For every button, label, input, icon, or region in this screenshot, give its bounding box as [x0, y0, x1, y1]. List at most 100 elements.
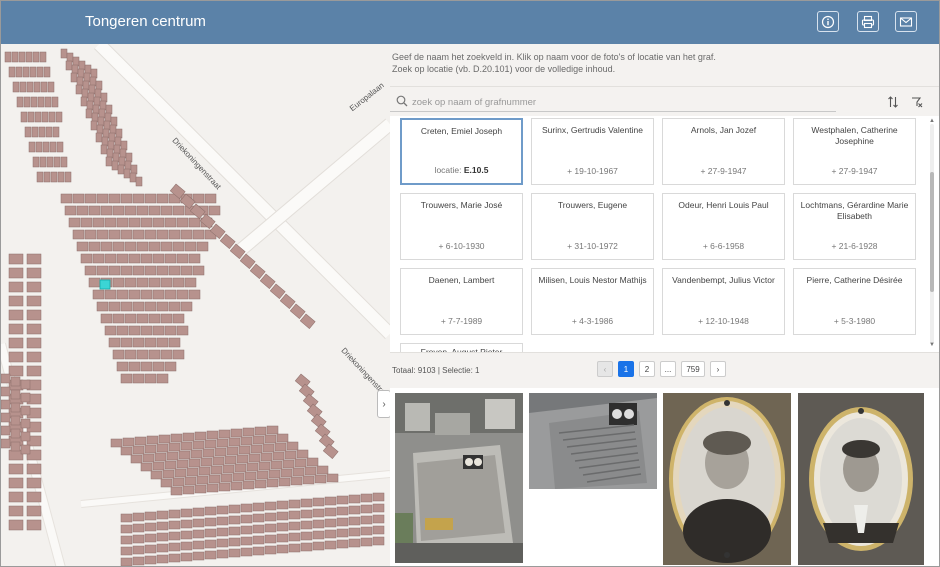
- grave-plot[interactable]: [219, 233, 236, 249]
- grave-plot[interactable]: [94, 88, 102, 99]
- grave-plot[interactable]: [172, 277, 185, 288]
- grave-plot[interactable]: [248, 453, 261, 463]
- grave-plot[interactable]: [262, 443, 275, 453]
- grave-plot[interactable]: [116, 217, 129, 228]
- portrait-photo-man[interactable]: [798, 393, 924, 565]
- grave-plot[interactable]: [42, 141, 50, 153]
- grave-plot[interactable]: [259, 273, 276, 289]
- grave-plot[interactable]: [81, 88, 89, 99]
- grave-plot[interactable]: [144, 337, 157, 348]
- grave-plot[interactable]: [162, 469, 175, 479]
- grave-plot[interactable]: [208, 205, 221, 216]
- grave-plot[interactable]: [89, 76, 97, 87]
- grave-plot[interactable]: [300, 498, 313, 508]
- grave-plot[interactable]: [216, 538, 229, 548]
- grave-plot[interactable]: [372, 492, 385, 502]
- grave-plot[interactable]: [120, 535, 133, 545]
- grave-plot[interactable]: [300, 520, 313, 530]
- grave-plot[interactable]: [26, 365, 42, 377]
- grave-plot[interactable]: [124, 349, 137, 360]
- grave-photo-2[interactable]: [529, 393, 657, 489]
- grave-plot[interactable]: [252, 502, 265, 512]
- grave-plot[interactable]: [32, 51, 40, 63]
- grave-plot[interactable]: [128, 217, 141, 228]
- info-button[interactable]: [817, 11, 839, 32]
- grave-plot[interactable]: [180, 229, 193, 240]
- grave-plot[interactable]: [188, 458, 201, 468]
- grave-plot[interactable]: [192, 265, 205, 276]
- grave-plot[interactable]: [254, 479, 267, 489]
- grave-plot[interactable]: [164, 253, 177, 264]
- grave-plot[interactable]: [78, 60, 86, 71]
- grave-plot[interactable]: [124, 160, 132, 171]
- grave-plot[interactable]: [180, 519, 193, 529]
- grave-plot[interactable]: [160, 313, 173, 324]
- grave-plot[interactable]: [84, 229, 97, 240]
- grave-plot[interactable]: [152, 461, 165, 471]
- grave-plot[interactable]: [1, 399, 11, 410]
- grave-plot[interactable]: [75, 84, 83, 95]
- grave-plot[interactable]: [76, 205, 89, 216]
- grave-plot[interactable]: [23, 96, 31, 108]
- grave-plot[interactable]: [214, 447, 227, 457]
- grave-plot[interactable]: [84, 64, 92, 75]
- grave-plot[interactable]: [112, 241, 125, 252]
- grave-plot[interactable]: [53, 156, 61, 168]
- grave-plot[interactable]: [172, 241, 185, 252]
- grave-plot[interactable]: [166, 451, 179, 461]
- grave-plot[interactable]: [34, 111, 42, 123]
- grave-plot[interactable]: [360, 493, 373, 503]
- grave-plot[interactable]: [40, 81, 48, 93]
- grave-plot[interactable]: [144, 511, 157, 521]
- grave-plot[interactable]: [134, 436, 147, 446]
- grave-plot[interactable]: [108, 301, 121, 312]
- grave-plot[interactable]: [156, 193, 169, 204]
- grave-plot[interactable]: [160, 478, 173, 488]
- grave-plot[interactable]: [44, 96, 52, 108]
- grave-plot[interactable]: [117, 164, 125, 175]
- grave-plot[interactable]: [124, 277, 137, 288]
- grave-plot[interactable]: [276, 500, 289, 510]
- grave-plot[interactable]: [222, 464, 235, 474]
- grave-plot[interactable]: [264, 534, 277, 544]
- grave-plot[interactable]: [99, 100, 107, 111]
- prev-page-button[interactable]: ‹: [597, 361, 613, 377]
- grave-plot[interactable]: [68, 217, 81, 228]
- grave-plot[interactable]: [92, 104, 100, 115]
- search-input[interactable]: [412, 93, 834, 111]
- grave-plot[interactable]: [168, 509, 181, 519]
- grave-plot[interactable]: [26, 253, 42, 265]
- grave-plot[interactable]: [140, 361, 153, 372]
- grave-plot[interactable]: [188, 217, 201, 228]
- grave-plot[interactable]: [290, 476, 303, 486]
- grave-plot[interactable]: [8, 295, 24, 307]
- grave-plot[interactable]: [156, 301, 169, 312]
- grave-plot[interactable]: [306, 457, 319, 467]
- grave-plot[interactable]: [164, 325, 177, 336]
- grave-plot[interactable]: [120, 373, 133, 384]
- grave-plot[interactable]: [110, 116, 118, 127]
- grave-plot[interactable]: [168, 542, 181, 552]
- grave-plot[interactable]: [120, 546, 133, 556]
- grave-plot[interactable]: [104, 217, 117, 228]
- grave-plot[interactable]: [348, 516, 361, 526]
- grave-plot[interactable]: [8, 477, 24, 489]
- grave-plot[interactable]: [118, 156, 126, 167]
- grave-plot[interactable]: [48, 111, 56, 123]
- grave-plot[interactable]: [132, 373, 145, 384]
- grave-plot[interactable]: [144, 555, 157, 565]
- grave-plot[interactable]: [144, 373, 157, 384]
- grave-plot[interactable]: [64, 171, 72, 183]
- grave-plot[interactable]: [154, 452, 167, 462]
- grave-plot[interactable]: [192, 507, 205, 517]
- grave-plot[interactable]: [326, 473, 339, 483]
- grave-plot[interactable]: [132, 556, 145, 566]
- grave-plot[interactable]: [105, 156, 113, 167]
- grave-plot[interactable]: [198, 466, 211, 476]
- grave-plot[interactable]: [100, 205, 113, 216]
- grave-plot[interactable]: [276, 544, 289, 554]
- grave-plot[interactable]: [116, 361, 129, 372]
- grave-plot[interactable]: [156, 521, 169, 531]
- grave-plot[interactable]: [176, 325, 189, 336]
- grave-plot[interactable]: [164, 361, 177, 372]
